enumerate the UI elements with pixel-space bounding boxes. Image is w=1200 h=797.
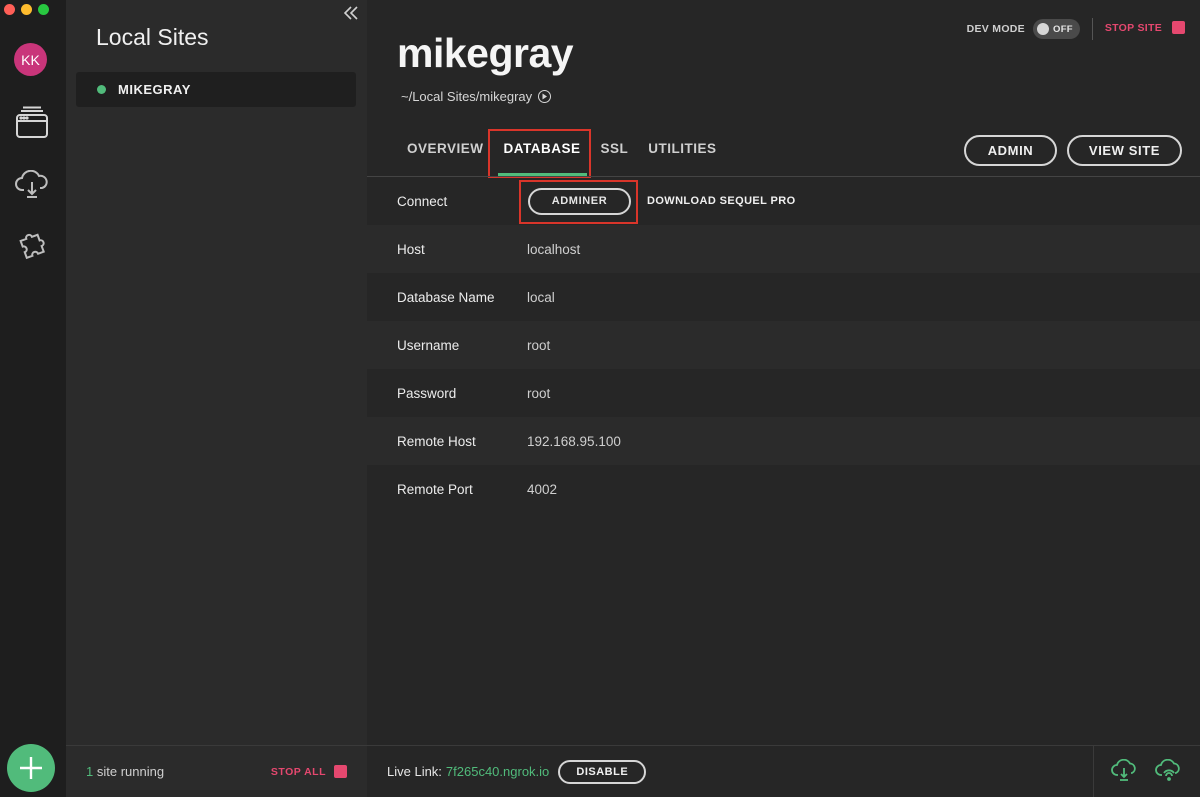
table-row: Remote Host 192.168.95.100	[367, 417, 1200, 465]
stop-icon	[1172, 21, 1185, 34]
row-label: Username	[397, 337, 460, 353]
row-label: Database Name	[397, 289, 495, 305]
tab-overview[interactable]: OVERVIEW	[397, 130, 494, 176]
row-label: Host	[397, 241, 425, 257]
minimize-window-button[interactable]	[21, 4, 32, 15]
plus-icon	[20, 757, 42, 779]
live-link-footer: Live Link: 7f265c40.ngrok.io DISABLE	[367, 745, 1200, 797]
table-row: Username root	[367, 321, 1200, 369]
view-site-button[interactable]: VIEW SITE	[1067, 135, 1182, 166]
stop-site-button[interactable]: STOP SITE	[1105, 21, 1185, 34]
app-rail: KK	[0, 0, 66, 797]
site-name: MIKEGRAY	[118, 82, 191, 97]
sites-icon[interactable]	[14, 105, 50, 141]
reveal-arrow-icon[interactable]	[538, 90, 552, 103]
row-label: Remote Port	[397, 481, 473, 497]
close-window-button[interactable]	[4, 4, 15, 15]
row-label: Connect	[397, 193, 448, 209]
stop-all-label: STOP ALL	[270, 765, 326, 778]
sites-sidebar: Local Sites MIKEGRAY 1 site running STOP…	[66, 0, 367, 797]
highlight-box-database-tab	[488, 129, 591, 178]
dev-mode-state: OFF	[1053, 23, 1073, 35]
site-path[interactable]: ~/Local Sites/mikegray	[401, 89, 552, 104]
window-controls	[4, 4, 49, 15]
cloud-download-icon[interactable]	[1111, 758, 1137, 786]
row-value[interactable]: localhost	[527, 242, 580, 257]
double-chevron-left-icon[interactable]	[343, 4, 359, 27]
dev-mode-toggle[interactable]: OFF	[1033, 19, 1080, 39]
row-value[interactable]: root	[527, 338, 550, 353]
stop-icon	[334, 765, 347, 778]
site-list-item[interactable]: MIKEGRAY	[76, 72, 356, 107]
running-text: site running	[96, 764, 165, 779]
cloud-sync-icon[interactable]	[1155, 758, 1183, 786]
row-label: Remote Host	[397, 433, 476, 449]
live-link-url[interactable]: 7f265c40.ngrok.io	[446, 764, 549, 779]
site-path-text: ~/Local Sites/mikegray	[401, 89, 533, 104]
row-value[interactable]: root	[527, 386, 550, 401]
row-value[interactable]: 4002	[527, 482, 557, 497]
avatar[interactable]: KK	[14, 43, 47, 76]
tab-ssl[interactable]: SSL	[591, 130, 639, 176]
running-count: 1	[86, 764, 94, 779]
admin-button[interactable]: ADMIN	[964, 135, 1057, 166]
table-row-connect: Connect ADMINER DOWNLOAD SEQUEL PRO	[367, 177, 1200, 225]
disable-live-link-button[interactable]: DISABLE	[558, 759, 647, 784]
live-link-label: Live Link:	[387, 764, 442, 779]
table-row: Password root	[367, 369, 1200, 417]
page-title: mikegray	[397, 30, 574, 76]
sidebar-title: Local Sites	[96, 24, 209, 50]
sidebar-footer: 1 site running STOP ALL	[66, 745, 367, 797]
cloud-icon[interactable]	[14, 167, 50, 203]
addons-icon[interactable]	[14, 228, 50, 264]
stop-all-button[interactable]: STOP ALL	[271, 765, 347, 778]
add-site-button[interactable]	[7, 744, 55, 792]
row-value[interactable]: local	[527, 290, 555, 305]
tab-utilities[interactable]: UTILITIES	[638, 130, 726, 176]
table-row: Database Name local	[367, 273, 1200, 321]
maximize-window-button[interactable]	[38, 4, 49, 15]
dev-mode-control: DEV MODE OFF	[967, 19, 1080, 39]
sites-running-status: 1 site running	[86, 764, 164, 779]
table-row: Remote Port 4002	[367, 465, 1200, 513]
dev-mode-label: DEV MODE	[966, 23, 1025, 35]
toggle-knob	[1037, 23, 1049, 35]
stop-site-label: STOP SITE	[1104, 21, 1162, 34]
running-status-dot	[97, 85, 106, 94]
footer-icon-group	[1093, 746, 1200, 797]
download-sequel-pro-link[interactable]: DOWNLOAD SEQUEL PRO	[647, 195, 796, 207]
table-row: Host localhost	[367, 225, 1200, 273]
site-detail-panel: DEV MODE OFF STOP SITE mikegray ~/Local …	[367, 0, 1200, 797]
header-divider	[1092, 18, 1093, 40]
row-value[interactable]: 192.168.95.100	[527, 434, 621, 449]
highlight-box-adminer	[519, 180, 638, 224]
database-info-table: Connect ADMINER DOWNLOAD SEQUEL PRO Host…	[367, 177, 1200, 513]
row-label: Password	[397, 385, 457, 401]
